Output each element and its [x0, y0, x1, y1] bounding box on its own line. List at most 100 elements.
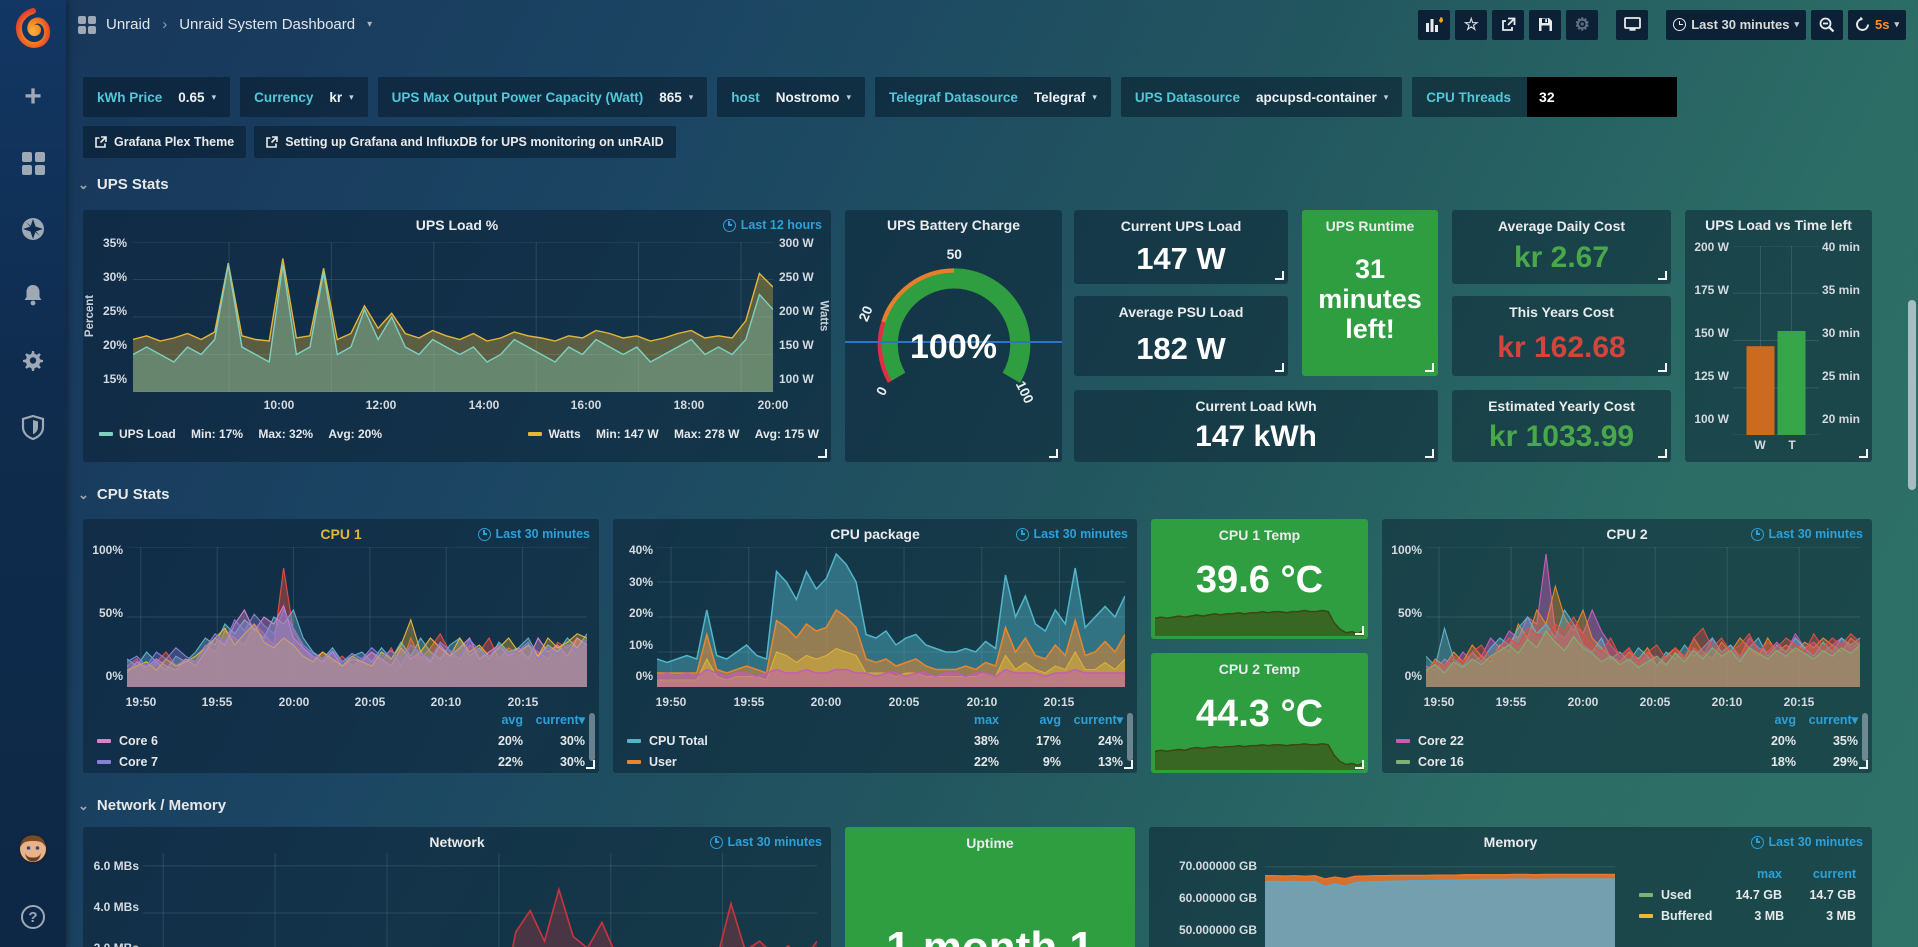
cpu1-legend: avgcurrent▾ Core 620%30% Core 722%30%	[97, 709, 585, 772]
variable-kwh-price[interactable]: kWh Price 0.65 ▾	[83, 77, 230, 117]
refresh-picker[interactable]: 5s ▾	[1848, 10, 1906, 40]
panel-cpu-package: CPU package Last 30 minutes 40%30%20%10%…	[613, 519, 1137, 773]
time-range-picker[interactable]: Last 30 minutes ▾	[1666, 10, 1806, 40]
configuration-gear-icon[interactable]	[20, 348, 46, 374]
variable-ups-datasource[interactable]: UPS Datasource apcupsd-container ▾	[1121, 77, 1402, 117]
cycle-view-mode-button[interactable]	[1616, 10, 1648, 40]
x-tick: 20:05	[1640, 695, 1671, 709]
bar-y-ticks-left: 200 W175 W150 W125 W100 W	[1687, 240, 1729, 426]
legend-sort-current[interactable]: current▾	[523, 712, 585, 727]
cpu2-chart[interactable]	[1426, 547, 1860, 687]
variable-ups-max-output[interactable]: UPS Max Output Power Capacity (Watt) 865…	[378, 77, 708, 117]
x-tick: 20:00	[279, 695, 310, 709]
legend-sort-current[interactable]: current	[1782, 867, 1856, 881]
explore-compass-icon[interactable]	[20, 216, 46, 242]
dashboard-canvas: kWh Price 0.65 ▾ Currency kr ▾ UPS Max O…	[66, 49, 1918, 947]
sidebar: + ?	[0, 0, 66, 947]
battery-gauge[interactable]: 0 20 50 100	[848, 244, 1060, 403]
caret-down-icon: ▾	[1384, 92, 1389, 103]
link-grafana-plex-theme[interactable]: Grafana Plex Theme	[83, 126, 246, 158]
breadcrumb-page-title[interactable]: Unraid System Dashboard	[179, 16, 355, 33]
cpu1-chart[interactable]	[127, 547, 587, 687]
legend-sort-avg[interactable]: avg	[461, 713, 523, 727]
panel-average-psu-load: Average PSU Load 182 W	[1074, 296, 1288, 376]
panel-title[interactable]: UPS Load vs Time left	[1685, 210, 1872, 233]
caret-down-icon: ▾	[1092, 92, 1097, 103]
panel-time-badge[interactable]: Last 30 minutes	[710, 835, 822, 849]
variable-host[interactable]: host Nostromo ▾	[717, 77, 865, 117]
panel-time-badge[interactable]: Last 12 hours	[723, 218, 822, 232]
monitor-icon	[1624, 17, 1641, 32]
cpu1-temp-sparkline	[1155, 606, 1364, 636]
legend-row: CPU Total38%17%24%	[627, 730, 1123, 751]
page-scrollbar[interactable]	[1908, 300, 1916, 490]
panel-time-badge[interactable]: Last 30 minutes	[1751, 835, 1863, 849]
add-panel-button[interactable]	[1418, 10, 1450, 40]
y-ticks: 70.000000 GB 60.000000 GB 50.000000 GB	[1157, 859, 1257, 929]
x-tick: 20:15	[1044, 695, 1075, 709]
panel-ups-load: UPS Load % Last 12 hours Percent Watts 3…	[83, 210, 831, 462]
legend-sort-current[interactable]: current▾	[1796, 712, 1858, 727]
chevron-down-icon: ⌄	[78, 798, 89, 814]
legend-scrollbar[interactable]	[1127, 713, 1133, 761]
legend-sort-current[interactable]: current▾	[1061, 712, 1123, 727]
panel-time-badge[interactable]: Last 30 minutes	[1016, 527, 1128, 541]
ups-bar-chart[interactable]	[1733, 246, 1819, 435]
panel-title[interactable]: UPS Battery Charge	[845, 210, 1062, 233]
refresh-interval-label: 5s	[1875, 17, 1889, 32]
help-icon[interactable]: ?	[21, 905, 45, 929]
dashboard-links-row: Grafana Plex Theme Setting up Grafana an…	[83, 126, 676, 158]
external-link-icon	[266, 136, 278, 148]
section-cpu-stats[interactable]: ⌄ CPU Stats	[78, 486, 169, 503]
alerting-bell-icon[interactable]	[20, 282, 46, 308]
network-chart[interactable]	[143, 853, 817, 947]
server-admin-shield-icon[interactable]	[20, 414, 46, 440]
section-ups-stats[interactable]: ⌄ UPS Stats	[78, 176, 169, 193]
breadcrumb: Unraid › Unraid System Dashboard ▾	[78, 16, 372, 34]
legend-sort-avg[interactable]: avg	[999, 713, 1061, 727]
x-tick: 18:00	[674, 398, 705, 412]
ups-load-chart[interactable]	[133, 242, 773, 392]
create-icon[interactable]: +	[20, 84, 46, 110]
legend-sort-avg[interactable]: avg	[1734, 713, 1796, 727]
save-dashboard-button[interactable]	[1529, 10, 1561, 40]
dashboard-picker-caret-icon[interactable]: ▾	[367, 19, 372, 30]
x-tick: 19:50	[126, 695, 157, 709]
star-dashboard-button[interactable]: ☆	[1455, 10, 1487, 40]
zoom-out-time-button[interactable]	[1811, 10, 1843, 40]
legend-entry-ups-load[interactable]: UPS Load Min: 17% Max: 32% Avg: 20%	[99, 427, 382, 441]
stat-value: 44.3 °C	[1151, 693, 1368, 736]
dashboard-settings-button[interactable]: ⚙	[1566, 10, 1598, 40]
breadcrumb-section[interactable]: Unraid	[106, 16, 150, 33]
legend-entry-watts[interactable]: Watts Min: 147 W Max: 278 W Avg: 175 W	[528, 427, 819, 441]
variable-telegraf-datasource[interactable]: Telegraf Datasource Telegraf ▾	[875, 77, 1111, 117]
memory-chart[interactable]	[1265, 862, 1615, 947]
y-ticks: 40%30%20%10%0%	[619, 543, 653, 683]
stat-value: kr 2.67	[1452, 241, 1671, 275]
star-icon: ☆	[1464, 15, 1479, 35]
legend-scrollbar[interactable]	[589, 713, 595, 761]
legend-sort-max[interactable]: max	[1708, 867, 1782, 881]
legend-row: Core 1618%29%	[1396, 751, 1858, 772]
share-dashboard-button[interactable]	[1492, 10, 1524, 40]
panel-title[interactable]: UPS Load %	[83, 210, 831, 233]
ups-load-legend: UPS Load Min: 17% Max: 32% Avg: 20% Watt…	[99, 427, 819, 441]
cpu-threads-input[interactable]	[1527, 77, 1677, 117]
panel-time-badge[interactable]: Last 30 minutes	[478, 527, 590, 541]
section-network-memory[interactable]: ⌄ Network / Memory	[78, 797, 226, 814]
panel-time-badge[interactable]: Last 30 minutes	[1751, 527, 1863, 541]
legend-row: Used14.7 GB14.7 GB	[1639, 884, 1856, 905]
cpu-package-chart[interactable]	[657, 547, 1125, 687]
grafana-logo[interactable]	[13, 8, 53, 48]
cpu-package-legend: maxavgcurrent▾ CPU Total38%17%24% User22…	[627, 709, 1123, 772]
clock-icon	[1673, 18, 1686, 31]
link-ups-monitoring-guide[interactable]: Setting up Grafana and InfluxDB for UPS …	[254, 126, 675, 158]
dashboards-icon[interactable]	[20, 150, 46, 176]
legend-scrollbar[interactable]	[1862, 713, 1868, 761]
variable-currency[interactable]: Currency kr ▾	[240, 77, 368, 117]
legend-sort-max[interactable]: max	[937, 713, 999, 727]
avatar[interactable]	[16, 832, 50, 871]
panel-this-years-cost: This Years Cost kr 162.68	[1452, 296, 1671, 376]
panel-average-daily-cost: Average Daily Cost kr 2.67	[1452, 210, 1671, 284]
y-axis-ticks-right: 300 W250 W200 W150 W100 W	[779, 236, 825, 386]
